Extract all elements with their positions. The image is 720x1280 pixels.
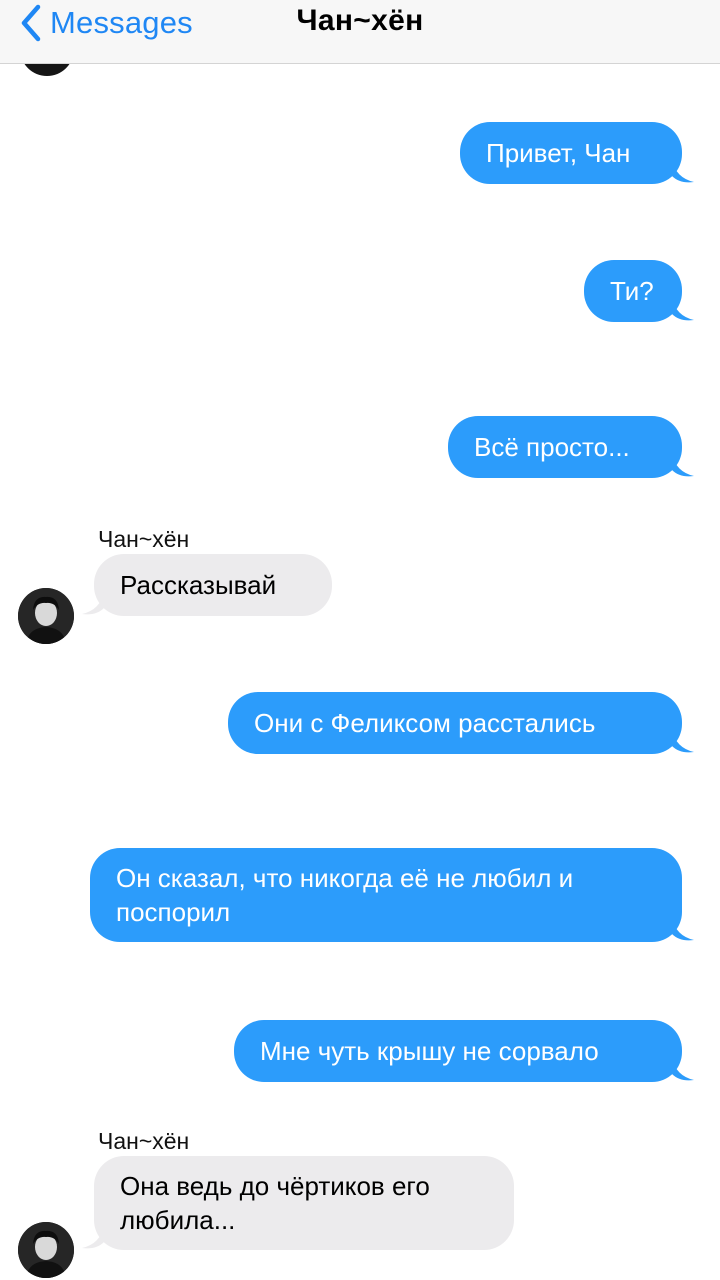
bubble-tail	[672, 454, 694, 477]
person-photo-icon	[18, 588, 74, 644]
message-bubble-outgoing[interactable]: Привет, Чан	[460, 122, 682, 184]
contact-avatar[interactable]	[18, 588, 74, 644]
message-bubble-outgoing[interactable]: Ти?	[584, 260, 682, 322]
message-bubble-outgoing[interactable]: Он сказал, что никогда её не любил и пос…	[90, 848, 682, 942]
message-text: Она ведь до чёртиков его любила...	[120, 1171, 430, 1235]
bubble-tail	[672, 730, 694, 753]
message-text: Всё просто...	[474, 432, 630, 462]
message-bubble-outgoing[interactable]: Они с Феликсом расстались	[228, 692, 682, 754]
message-text: Ти?	[610, 276, 654, 306]
message-text: Они с Феликсом расстались	[254, 708, 596, 738]
message-bubble-outgoing[interactable]: Всё просто...	[448, 416, 682, 478]
contact-avatar[interactable]	[18, 1222, 74, 1278]
sender-name: Чан~хён	[98, 1128, 190, 1154]
message-bubble-outgoing[interactable]: Мне чуть крышу не сорвало	[234, 1020, 682, 1082]
message-bubble-incoming[interactable]: Рассказывай	[94, 554, 332, 616]
person-photo-icon	[18, 1222, 74, 1278]
conversation-title: Чан~хён	[296, 4, 424, 37]
navigation-bar: Messages Чан~хён	[0, 0, 720, 64]
bubble-tail	[672, 298, 694, 321]
bubble-tail	[672, 1058, 694, 1081]
bubble-tail	[672, 918, 694, 941]
message-text: Привет, Чан	[486, 138, 631, 168]
sender-name: Чан~хён	[98, 526, 190, 552]
message-text: Рассказывай	[120, 570, 277, 600]
bubble-tail	[82, 1226, 104, 1249]
message-text: Мне чуть крышу не сорвало	[260, 1036, 599, 1066]
message-text: Он сказал, что никогда её не любил и пос…	[116, 863, 574, 927]
bubble-tail	[672, 160, 694, 183]
message-bubble-incoming[interactable]: Она ведь до чёртиков его любила...	[94, 1156, 514, 1250]
bubble-tail	[82, 592, 104, 615]
